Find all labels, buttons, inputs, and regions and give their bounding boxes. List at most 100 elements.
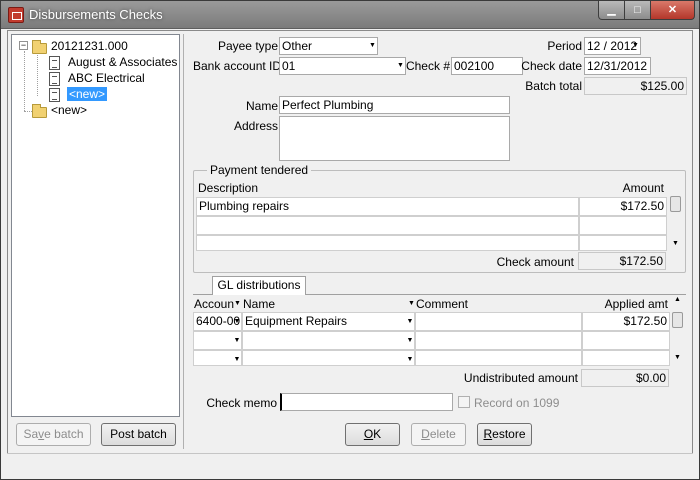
amount-column-header: Amount: [622, 181, 664, 195]
check-amount-value: $172.50: [578, 252, 666, 270]
sort-arrow-icon[interactable]: ▼: [234, 296, 241, 312]
tree-new-batch[interactable]: <new>: [51, 103, 87, 117]
delete-button[interactable]: Delete: [411, 423, 466, 446]
name-label: Name: [245, 99, 278, 113]
period-select[interactable]: 12 / 2012 ▼: [584, 37, 641, 55]
batch-total-value: $125.00: [584, 77, 687, 95]
bank-account-select[interactable]: 01 ▼: [279, 57, 406, 75]
undistributed-amount-value: $0.00: [581, 369, 669, 387]
check-date-input[interactable]: 12/31/2012: [584, 57, 651, 75]
gl-applied-cell[interactable]: [582, 350, 670, 366]
check-memo-label: Check memo: [206, 396, 277, 410]
chevron-down-icon[interactable]: ▼: [233, 351, 241, 365]
check-memo-input[interactable]: [280, 393, 453, 411]
gl-name-cell[interactable]: Equipment Repairs ▼: [242, 312, 415, 331]
check-number-input[interactable]: 002100: [451, 57, 523, 75]
save-batch-button[interactable]: Save batch: [16, 423, 91, 446]
chevron-down-icon[interactable]: ▼: [406, 332, 414, 349]
tree-item-selected[interactable]: <new>: [67, 87, 108, 101]
scroll-up-icon[interactable]: ▲: [671, 296, 684, 304]
tab-gl-distributions[interactable]: GL distributions: [212, 276, 306, 295]
chevron-down-icon: ▼: [397, 62, 404, 69]
period-label: Period: [547, 39, 582, 53]
batch-total-label: Batch total: [525, 79, 582, 93]
comment-column-header[interactable]: Comment: [416, 296, 468, 312]
scroll-down-icon[interactable]: ▼: [671, 354, 684, 362]
chevron-down-icon[interactable]: ▼: [406, 313, 414, 330]
batch-tree[interactable]: − 20121231.000 August & Associates ABC E…: [11, 34, 180, 417]
scroll-thumb[interactable]: [670, 196, 681, 212]
app-icon: [8, 7, 24, 23]
save-batch-label: Sa: [23, 427, 39, 441]
delete-label: elete: [429, 427, 456, 441]
applied-amount-column-header[interactable]: Applied amt: [590, 296, 668, 312]
check-amount-label: Check amount: [496, 255, 574, 269]
chevron-down-icon[interactable]: ▼: [233, 332, 241, 349]
document-icon: [49, 88, 60, 102]
status-bar: [7, 453, 693, 474]
payment-description-cell[interactable]: [196, 216, 579, 235]
tree-batch-label[interactable]: 20121231.000: [51, 39, 128, 53]
gl-name-cell[interactable]: ▼: [242, 350, 415, 366]
payment-description-cell[interactable]: [196, 235, 579, 251]
record-1099-label: Record on 1099: [474, 396, 560, 410]
gl-applied-cell[interactable]: [582, 331, 670, 350]
payment-amount-cell[interactable]: $172.50: [579, 197, 667, 216]
payment-amount-cell[interactable]: [579, 235, 667, 251]
close-button[interactable]: ✕: [650, 1, 695, 20]
tree-connector: [24, 111, 32, 112]
payment-scrollbar[interactable]: ▼: [669, 196, 682, 250]
restore-accel: R: [483, 427, 493, 441]
gl-scrollbar[interactable]: ▲ ▼: [671, 296, 684, 366]
sort-arrow-icon[interactable]: ▼: [408, 296, 415, 312]
tree-item[interactable]: August & Associates: [68, 55, 177, 69]
gl-account-cell[interactable]: 6400-00 ▼: [193, 312, 242, 331]
check-number-label: Check #: [405, 59, 450, 73]
bank-account-value: 01: [282, 59, 296, 73]
gl-comment-cell[interactable]: [415, 312, 582, 331]
bank-account-label: Bank account ID: [193, 59, 282, 73]
gl-comment-cell[interactable]: [415, 350, 582, 366]
document-icon: [49, 72, 60, 86]
undistributed-amount-label: Undistributed amount: [463, 371, 578, 385]
save-batch-label-rest: e batch: [44, 427, 84, 441]
payment-amount-cell[interactable]: [579, 216, 667, 235]
gl-comment-cell[interactable]: [415, 331, 582, 350]
gl-name-value: Equipment Repairs: [245, 314, 348, 328]
chevron-down-icon[interactable]: ▼: [406, 351, 414, 365]
gl-account-cell[interactable]: ▼: [193, 350, 242, 366]
gl-account-cell[interactable]: ▼: [193, 331, 242, 350]
ok-label: K: [373, 427, 382, 441]
post-batch-button[interactable]: Post batch: [101, 423, 176, 446]
scroll-thumb[interactable]: [672, 312, 683, 328]
check-date-label: Check date: [521, 59, 582, 73]
document-icon: [49, 56, 60, 70]
title-bar[interactable]: Disbursements Checks ▁ □ ✕: [1, 1, 699, 29]
tree-expander[interactable]: −: [19, 41, 28, 50]
ok-button[interactable]: OK: [345, 423, 400, 446]
minimize-button[interactable]: ▁: [598, 1, 625, 20]
tree-item-new-selected[interactable]: <new>: [67, 87, 108, 101]
gl-applied-cell[interactable]: $172.50: [582, 312, 670, 331]
payee-type-select[interactable]: Other ▼: [279, 37, 378, 55]
name-column-header[interactable]: Name: [243, 296, 275, 312]
panel-splitter[interactable]: [183, 34, 186, 449]
payee-type-label: Payee type: [217, 39, 278, 53]
record-1099-checkbox[interactable]: [458, 396, 470, 408]
chevron-down-icon[interactable]: ▼: [233, 313, 241, 330]
chevron-down-icon: ▼: [369, 42, 376, 49]
payment-description-cell[interactable]: Plumbing repairs: [196, 197, 579, 216]
folder-icon: [32, 104, 47, 118]
scroll-down-icon[interactable]: ▼: [669, 240, 682, 248]
address-label: Address: [233, 119, 278, 133]
gl-name-cell[interactable]: ▼: [242, 331, 415, 350]
window-title: Disbursements Checks: [29, 7, 163, 22]
address-textarea[interactable]: [279, 116, 510, 161]
payee-name-input[interactable]: Perfect Plumbing: [279, 96, 510, 114]
maximize-button[interactable]: □: [624, 1, 651, 20]
restore-button[interactable]: Restore: [477, 423, 532, 446]
period-value: 12 / 2012: [587, 39, 638, 53]
ok-accel: O: [363, 427, 374, 441]
tree-connector: [24, 51, 25, 111]
folder-icon: [32, 40, 47, 54]
